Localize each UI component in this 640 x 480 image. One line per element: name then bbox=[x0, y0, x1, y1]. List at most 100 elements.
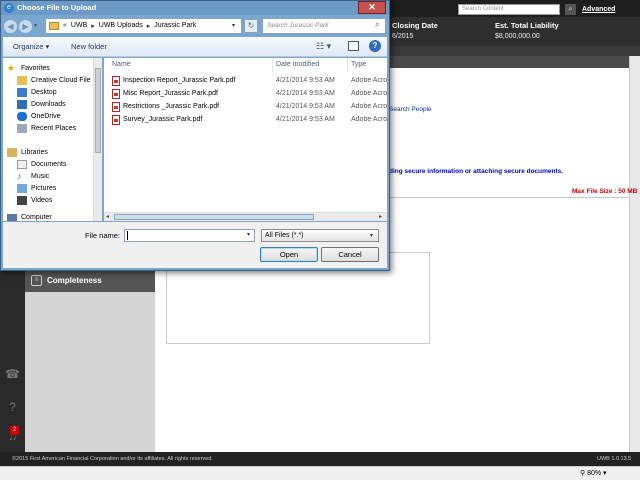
desktop-icon bbox=[17, 87, 27, 97]
file-row[interactable]: Inspection Report_Jurassic Park.pdf 4/21… bbox=[104, 75, 387, 87]
folder-icon bbox=[17, 75, 27, 85]
forward-arrow-icon[interactable]: ▶ bbox=[19, 20, 32, 33]
nav-item-music[interactable]: ♪ Music bbox=[17, 170, 49, 182]
search-icon[interactable]: ⌕ bbox=[565, 4, 576, 15]
notification-badge: 2 bbox=[10, 426, 19, 435]
search-icon: ⌕ bbox=[375, 20, 380, 29]
text-caret bbox=[127, 231, 128, 240]
pdf-file-icon bbox=[112, 115, 120, 125]
secure-info-message: ding secure information or attaching sec… bbox=[389, 168, 564, 175]
zoom-level[interactable]: ⚲ 80% ▾ bbox=[580, 469, 607, 477]
file-type: Adobe Acrobat bbox=[351, 103, 387, 110]
file-type: Adobe Acrobat bbox=[351, 90, 387, 97]
file-row[interactable]: Survey_Jurassic Park.pdf 4/21/2014 9:53 … bbox=[104, 114, 387, 126]
new-folder-button[interactable]: New folder bbox=[71, 42, 107, 51]
scroll-right-icon[interactable]: ▸ bbox=[379, 213, 382, 220]
liability-value: $8,000,000.00 bbox=[495, 33, 540, 40]
column-header-type[interactable]: Type bbox=[351, 61, 366, 68]
close-button[interactable]: ✕ bbox=[358, 1, 386, 14]
organize-button[interactable]: Organize ▾ bbox=[13, 42, 49, 51]
scroll-left-icon[interactable]: ◂ bbox=[106, 213, 109, 220]
search-people-link[interactable]: Search People bbox=[389, 106, 432, 113]
address-row: ◀ ▶ ▾ « UWB ▸ UWB Uploads ▸ Jurassic Par… bbox=[1, 15, 389, 37]
copyright-text: ©2015 First American Financial Corporati… bbox=[12, 456, 213, 462]
folder-icon bbox=[49, 22, 59, 30]
music-icon: ♪ bbox=[17, 170, 22, 181]
closing-date-label: Closing Date bbox=[392, 21, 438, 30]
nav-item-recent-places[interactable]: Recent Places bbox=[17, 122, 76, 134]
navigation-pane: ★ Favorites Creative Cloud File Desktop … bbox=[3, 58, 102, 221]
file-name-label: File name: bbox=[85, 231, 121, 240]
file-name-input[interactable]: ▾ bbox=[124, 229, 255, 242]
checklist-icon: ≡ bbox=[31, 275, 42, 286]
nav-item-creative-cloud[interactable]: Creative Cloud File bbox=[17, 74, 91, 86]
nav-computer[interactable]: Computer bbox=[7, 214, 52, 221]
main-scrollbar[interactable] bbox=[629, 56, 640, 452]
file-name: Restrictions _Jurassic Park.pdf bbox=[123, 103, 220, 110]
dialog-title-bar[interactable]: e Choose File to Upload ✕ bbox=[1, 1, 389, 15]
nav-scroll-thumb[interactable] bbox=[95, 68, 101, 153]
horizontal-scroll-thumb[interactable] bbox=[114, 214, 314, 220]
file-list-horizontal-scrollbar[interactable]: ◂ ▸ bbox=[104, 212, 387, 221]
file-row[interactable]: Restrictions _Jurassic Park.pdf 4/21/201… bbox=[104, 101, 387, 113]
breadcrumb-item[interactable]: Jurassic Park bbox=[154, 22, 196, 30]
dialog-bottom-area: File name: ▾ All Files (*.*) ▾ Open Canc… bbox=[3, 222, 387, 268]
nav-item-pictures[interactable]: Pictures bbox=[17, 182, 56, 194]
file-date: 4/21/2014 9:53 AM bbox=[276, 77, 335, 84]
completeness-label: Completeness bbox=[47, 276, 102, 285]
chevron-down-icon[interactable]: ▾ bbox=[247, 231, 250, 238]
file-name: Inspection Report_Jurassic Park.pdf bbox=[123, 77, 236, 84]
help-icon[interactable]: ? bbox=[369, 40, 381, 52]
folder-search-input[interactable]: Search Jurassic Park ⌕ bbox=[262, 18, 386, 34]
nav-item-onedrive[interactable]: OneDrive bbox=[17, 110, 61, 122]
nav-item-desktop[interactable]: Desktop bbox=[17, 86, 57, 98]
pdf-file-icon bbox=[112, 89, 120, 99]
help-icon[interactable]: ? bbox=[4, 399, 21, 416]
file-date: 4/21/2014 9:53 AM bbox=[276, 103, 335, 110]
computer-icon bbox=[7, 214, 17, 221]
refresh-icon[interactable]: ↻ bbox=[244, 19, 258, 33]
content-search-input[interactable]: Search Content bbox=[458, 4, 560, 15]
file-row[interactable]: Misc Report_Jurassic Park.pdf 4/21/2014 … bbox=[104, 88, 387, 100]
back-arrow-icon[interactable]: ◀ bbox=[4, 20, 17, 33]
version-text: UWB 1.0.13.5 bbox=[597, 456, 632, 462]
advanced-search-link[interactable]: Advanced bbox=[582, 6, 615, 13]
file-type: Adobe Acrobat bbox=[351, 116, 387, 123]
max-file-size-text: Max File Size : 50 MB bbox=[572, 188, 638, 195]
downloads-icon bbox=[17, 99, 27, 109]
documents-icon bbox=[17, 159, 27, 169]
column-header-date[interactable]: Date modified bbox=[276, 61, 319, 68]
star-icon: ★ bbox=[7, 62, 16, 73]
file-type-filter[interactable]: All Files (*.*) ▾ bbox=[261, 229, 379, 242]
open-button[interactable]: Open bbox=[260, 247, 318, 262]
breadcrumb-item[interactable]: UWB bbox=[71, 22, 87, 30]
address-bar[interactable]: « UWB ▸ UWB Uploads ▸ Jurassic Park ▾ bbox=[45, 18, 242, 34]
preview-pane-icon[interactable] bbox=[348, 41, 359, 51]
cancel-button[interactable]: Cancel bbox=[321, 247, 379, 262]
pdf-file-icon bbox=[112, 102, 120, 112]
pictures-icon bbox=[17, 183, 27, 193]
recent-places-icon bbox=[17, 123, 27, 133]
column-header-name[interactable]: Name bbox=[112, 61, 131, 68]
app-footer: ©2015 First American Financial Corporati… bbox=[0, 452, 640, 466]
nav-item-videos[interactable]: Videos bbox=[17, 194, 52, 206]
nav-favorites[interactable]: ★ Favorites bbox=[7, 62, 50, 74]
dialog-toolbar: Organize ▾ New folder ☷ ▾ ? bbox=[3, 37, 387, 57]
phone-icon[interactable]: ☎ bbox=[4, 366, 21, 383]
divider bbox=[389, 197, 629, 198]
chevron-down-icon[interactable]: ▾ bbox=[232, 22, 235, 29]
completeness-tab[interactable]: ≡ Completeness bbox=[25, 270, 155, 292]
nav-scrollbar[interactable] bbox=[93, 58, 102, 221]
nav-libraries[interactable]: Libraries bbox=[7, 146, 48, 158]
file-name: Survey_Jurassic Park.pdf bbox=[123, 116, 203, 123]
breadcrumb-item[interactable]: UWB Uploads bbox=[99, 22, 143, 30]
view-options-icon[interactable]: ☷ ▾ bbox=[316, 41, 331, 52]
nav-item-downloads[interactable]: Downloads bbox=[17, 98, 66, 110]
cloud-icon bbox=[17, 111, 27, 121]
file-name: Misc Report_Jurassic Park.pdf bbox=[123, 90, 218, 97]
videos-icon bbox=[17, 195, 27, 205]
nav-item-documents[interactable]: Documents bbox=[17, 158, 66, 170]
recent-locations-dropdown[interactable]: ▾ bbox=[34, 22, 37, 29]
file-type: Adobe Acrobat bbox=[351, 77, 387, 84]
liability-label: Est. Total Liability bbox=[495, 21, 559, 30]
